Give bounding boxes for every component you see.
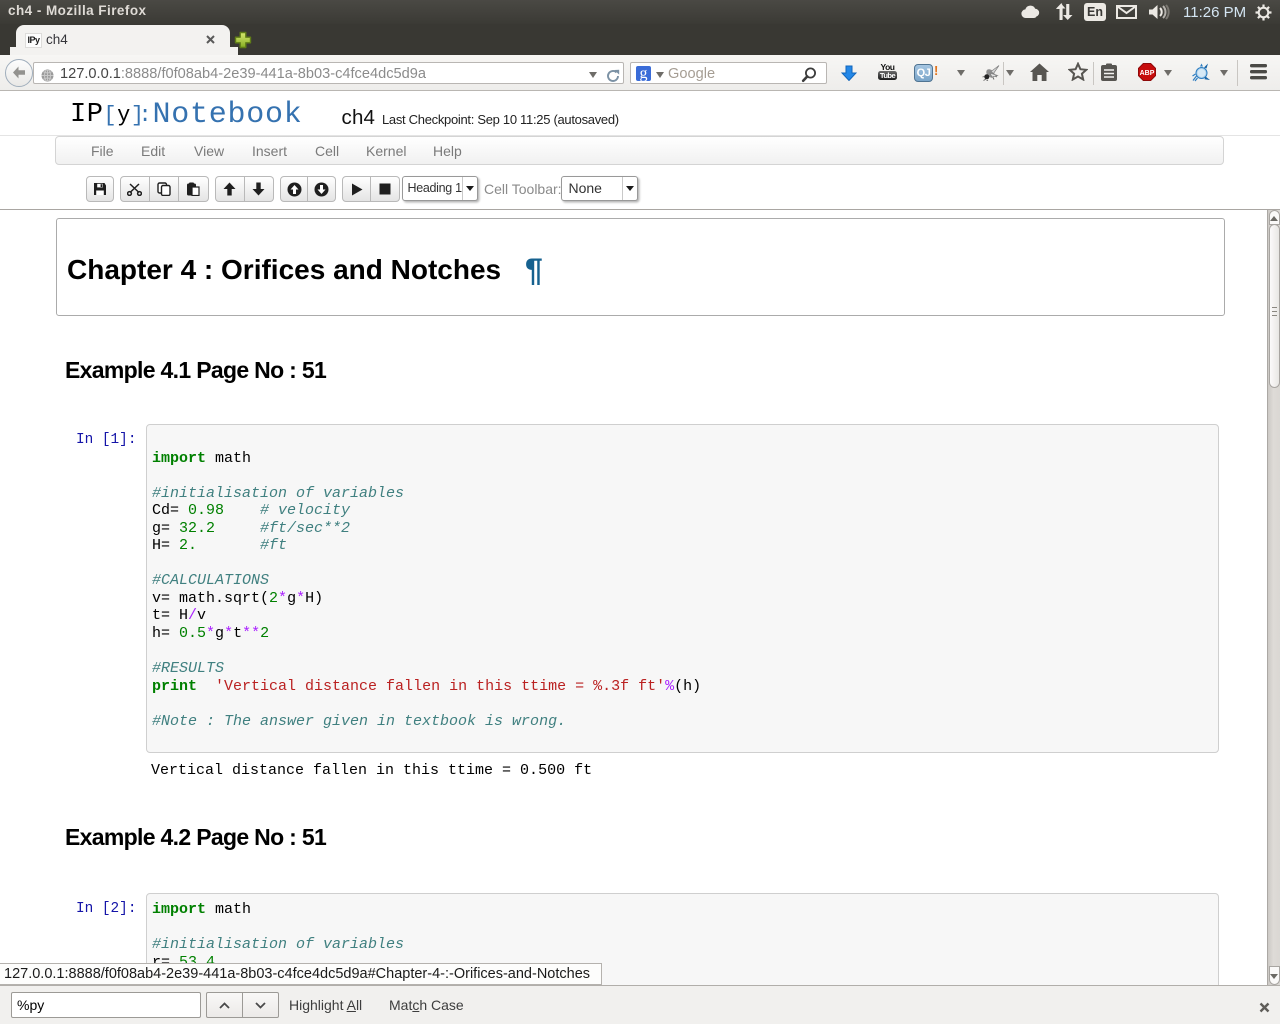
svg-text:ABP: ABP [1140, 70, 1155, 77]
